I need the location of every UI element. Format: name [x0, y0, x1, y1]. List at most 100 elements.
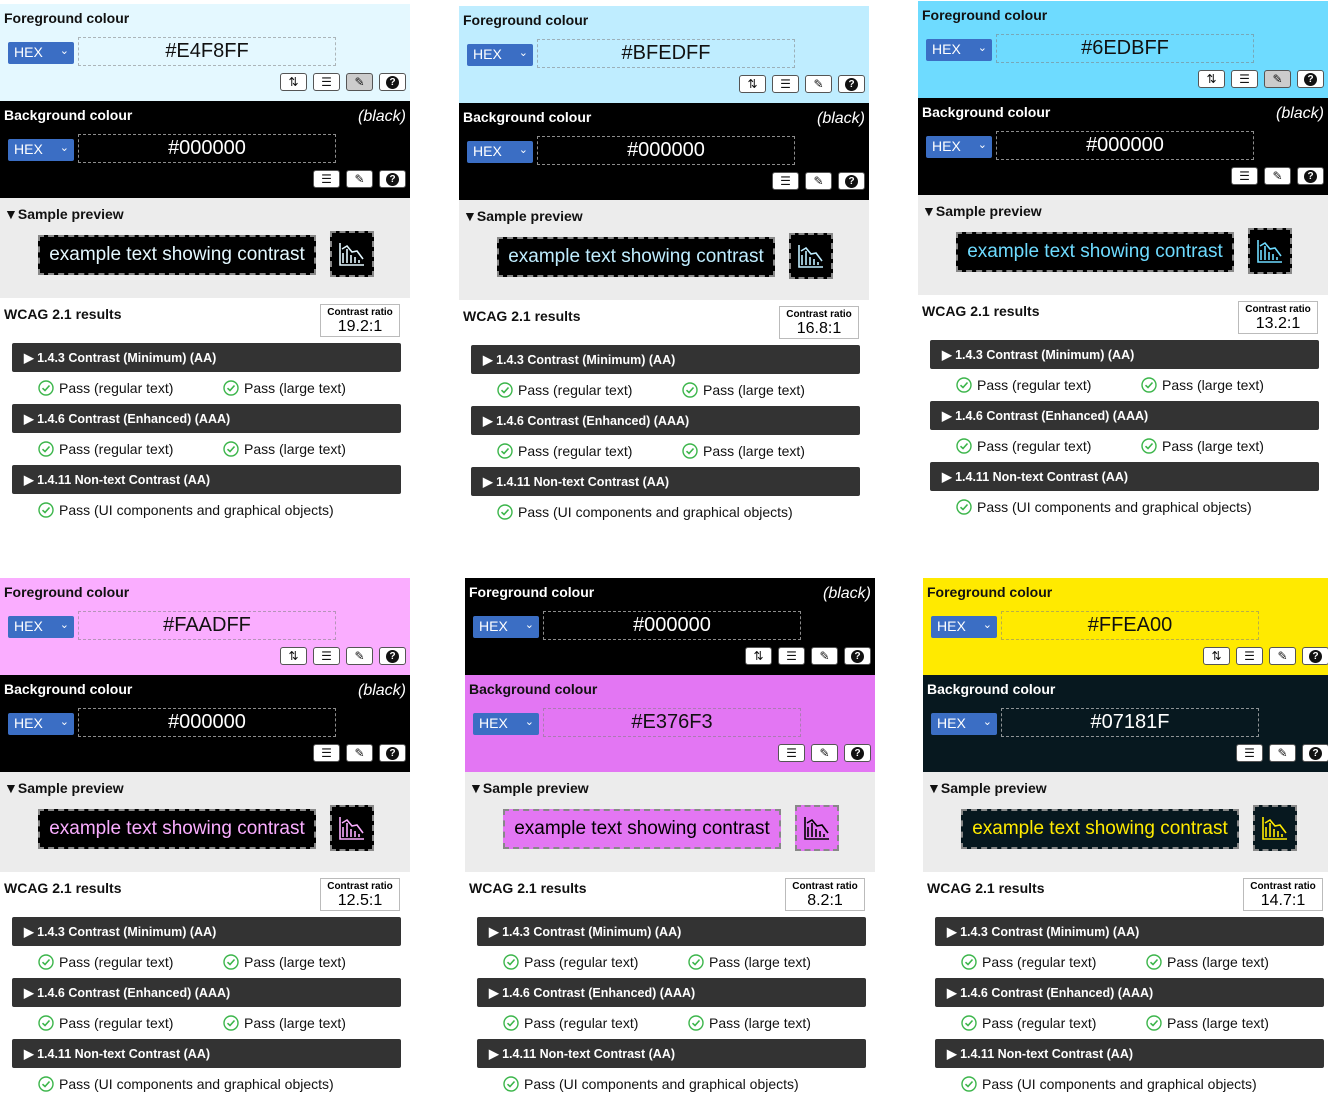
eyedropper-button[interactable]: ✎ — [346, 647, 373, 665]
help-button[interactable]: ? — [379, 647, 406, 665]
background-format-select[interactable]: HEX ⌄ — [467, 141, 533, 163]
swap-button[interactable]: ⇅ — [745, 647, 772, 665]
eyedropper-button[interactable]: ✎ — [346, 744, 373, 762]
help-icon: ? — [1309, 746, 1322, 760]
background-format-select[interactable]: HEX ⌄ — [8, 139, 74, 161]
eyedropper-button[interactable]: ✎ — [346, 73, 373, 91]
background-format-select[interactable]: HEX ⌄ — [473, 713, 539, 735]
foreground-hex-input[interactable]: #FAADFF — [78, 611, 336, 640]
contrast-ratio-label: Contrast ratio — [1250, 881, 1316, 892]
help-button[interactable]: ? — [379, 744, 406, 762]
pass-label: Pass (large text) — [1167, 954, 1269, 970]
adjust-button[interactable]: ☰ — [1236, 744, 1263, 762]
help-button[interactable]: ? — [1302, 744, 1328, 762]
adjust-button[interactable]: ☰ — [313, 170, 340, 188]
eyedropper-button[interactable]: ✎ — [1264, 70, 1291, 88]
foreground-format-select[interactable]: HEX ⌄ — [931, 616, 997, 638]
adjust-button[interactable]: ☰ — [313, 744, 340, 762]
foreground-hex-input[interactable]: #000000 — [543, 611, 801, 640]
adjust-button[interactable]: ☰ — [313, 73, 340, 91]
adjust-button[interactable]: ☰ — [778, 647, 805, 665]
criterion-1-4-11[interactable]: ▶ 1.4.11 Non-text Contrast (AA) — [477, 1039, 866, 1068]
criterion-1-4-11[interactable]: ▶ 1.4.11 Non-text Contrast (AA) — [471, 467, 860, 496]
adjust-button[interactable]: ☰ — [778, 744, 805, 762]
sample-preview-toggle[interactable]: ▼Sample preview — [469, 780, 589, 796]
pass-label: Pass (large text) — [244, 1015, 346, 1031]
help-button[interactable]: ? — [1302, 647, 1328, 665]
eyedropper-button[interactable]: ✎ — [805, 75, 832, 93]
pass-ui-components: Pass (UI components and graphical object… — [503, 1076, 799, 1092]
adjust-button[interactable]: ☰ — [772, 75, 799, 93]
help-button[interactable]: ? — [844, 647, 871, 665]
background-format-select[interactable]: HEX ⌄ — [931, 713, 997, 735]
criterion-1-4-6[interactable]: ▶ 1.4.6 Contrast (Enhanced) (AAA) — [935, 978, 1324, 1007]
swap-button[interactable]: ⇅ — [1203, 647, 1230, 665]
eyedropper-button[interactable]: ✎ — [1269, 744, 1296, 762]
help-button[interactable]: ? — [1297, 167, 1324, 185]
criterion-1-4-11[interactable]: ▶ 1.4.11 Non-text Contrast (AA) — [12, 465, 401, 494]
adjust-button[interactable]: ☰ — [1231, 167, 1258, 185]
background-format-select[interactable]: HEX ⌄ — [8, 713, 74, 735]
swap-button[interactable]: ⇅ — [1198, 70, 1225, 88]
criterion-1-4-3[interactable]: ▶ 1.4.3 Contrast (Minimum) (AA) — [477, 917, 866, 946]
pass-large-text: Pass (large text) — [682, 382, 805, 398]
eyedropper-button[interactable]: ✎ — [805, 172, 832, 190]
adjust-button[interactable]: ☰ — [1231, 70, 1258, 88]
foreground-format-select[interactable]: HEX ⌄ — [467, 44, 533, 66]
adjust-button[interactable]: ☰ — [1236, 647, 1263, 665]
help-button[interactable]: ? — [838, 172, 865, 190]
eyedropper-button[interactable]: ✎ — [811, 647, 838, 665]
foreground-format-select[interactable]: HEX ⌄ — [926, 39, 992, 61]
adjust-button[interactable]: ☰ — [313, 647, 340, 665]
criterion-1-4-3[interactable]: ▶ 1.4.3 Contrast (Minimum) (AA) — [930, 340, 1319, 369]
background-hex-input[interactable]: #000000 — [78, 134, 336, 163]
background-hex-input[interactable]: #000000 — [996, 131, 1254, 160]
foreground-format-select[interactable]: HEX ⌄ — [473, 616, 539, 638]
foreground-format-select[interactable]: HEX ⌄ — [8, 616, 74, 638]
help-button[interactable]: ? — [838, 75, 865, 93]
criterion-1-4-11[interactable]: ▶ 1.4.11 Non-text Contrast (AA) — [935, 1039, 1324, 1068]
criterion-1-4-6[interactable]: ▶ 1.4.6 Contrast (Enhanced) (AAA) — [12, 404, 401, 433]
foreground-hex-input[interactable]: #BFEDFF — [537, 39, 795, 68]
criterion-1-4-6[interactable]: ▶ 1.4.6 Contrast (Enhanced) (AAA) — [471, 406, 860, 435]
eyedropper-button[interactable]: ✎ — [346, 170, 373, 188]
background-hex-input[interactable]: #000000 — [537, 136, 795, 165]
swap-button[interactable]: ⇅ — [280, 647, 307, 665]
help-button[interactable]: ? — [1297, 70, 1324, 88]
criterion-1-4-11[interactable]: ▶ 1.4.11 Non-text Contrast (AA) — [930, 462, 1319, 491]
sample-preview-toggle[interactable]: ▼Sample preview — [927, 780, 1047, 796]
criterion-1-4-6[interactable]: ▶ 1.4.6 Contrast (Enhanced) (AAA) — [477, 978, 866, 1007]
help-button[interactable]: ? — [379, 73, 406, 91]
sample-preview-toggle[interactable]: ▼Sample preview — [4, 780, 124, 796]
swap-button[interactable]: ⇅ — [739, 75, 766, 93]
result-row-1-4-6: Pass (regular text) Pass (large text) — [497, 443, 857, 463]
foreground-hex-input[interactable]: #6EDBFF — [996, 34, 1254, 63]
pass-label: Pass (regular text) — [524, 954, 639, 970]
criterion-1-4-11[interactable]: ▶ 1.4.11 Non-text Contrast (AA) — [12, 1039, 401, 1068]
criterion-1-4-3[interactable]: ▶ 1.4.3 Contrast (Minimum) (AA) — [935, 917, 1324, 946]
sample-preview-toggle[interactable]: ▼Sample preview — [463, 208, 583, 224]
criterion-1-4-3[interactable]: ▶ 1.4.3 Contrast (Minimum) (AA) — [12, 917, 401, 946]
background-hex-input[interactable]: #000000 — [78, 708, 336, 737]
criterion-1-4-6[interactable]: ▶ 1.4.6 Contrast (Enhanced) (AAA) — [930, 401, 1319, 430]
pass-regular-text: Pass (regular text) — [956, 377, 1091, 393]
background-section: Background colour (black) HEX ⌄ #000000 … — [459, 103, 869, 200]
criterion-1-4-3[interactable]: ▶ 1.4.3 Contrast (Minimum) (AA) — [471, 345, 860, 374]
eyedropper-button[interactable]: ✎ — [1269, 647, 1296, 665]
background-format-select[interactable]: HEX ⌄ — [926, 136, 992, 158]
background-hex-input[interactable]: #07181F — [1001, 708, 1259, 737]
background-hex-input[interactable]: #E376F3 — [543, 708, 801, 737]
sample-preview-toggle[interactable]: ▼Sample preview — [4, 206, 124, 222]
swap-button[interactable]: ⇅ — [280, 73, 307, 91]
foreground-format-select[interactable]: HEX ⌄ — [8, 42, 74, 64]
help-button[interactable]: ? — [844, 744, 871, 762]
criterion-1-4-6[interactable]: ▶ 1.4.6 Contrast (Enhanced) (AAA) — [12, 978, 401, 1007]
eyedropper-button[interactable]: ✎ — [1264, 167, 1291, 185]
criterion-1-4-3[interactable]: ▶ 1.4.3 Contrast (Minimum) (AA) — [12, 343, 401, 372]
adjust-button[interactable]: ☰ — [772, 172, 799, 190]
foreground-hex-input[interactable]: #FFEA00 — [1001, 611, 1259, 640]
help-button[interactable]: ? — [379, 170, 406, 188]
sample-preview-toggle[interactable]: ▼Sample preview — [922, 203, 1042, 219]
foreground-hex-input[interactable]: #E4F8FF — [78, 37, 336, 66]
eyedropper-button[interactable]: ✎ — [811, 744, 838, 762]
